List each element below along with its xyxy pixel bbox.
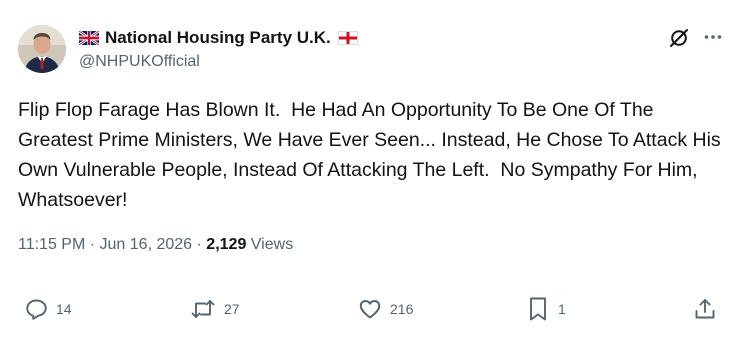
grok-icon[interactable] — [668, 27, 690, 49]
views-count: 2,129 — [206, 236, 247, 253]
repost-count: 27 — [224, 301, 240, 317]
like-button[interactable]: 216 — [358, 295, 413, 323]
author-name-row[interactable]: National Housing Party U.K. — [79, 28, 358, 48]
reply-count: 14 — [56, 301, 72, 317]
bookmark-button[interactable]: 1 — [526, 295, 566, 323]
tweet-card: National Housing Party U.K. @NHPUKOffici… — [0, 0, 744, 340]
like-icon — [359, 300, 381, 319]
repost-button[interactable]: 27 — [190, 295, 240, 323]
bookmark-icon — [530, 297, 546, 321]
post-time[interactable]: 11:15 PM — [18, 236, 85, 253]
meta-separator: · — [196, 236, 207, 253]
post-meta: 11:15 PM · Jun 16, 2026 · 2,129 Views — [18, 236, 293, 254]
author-handle[interactable]: @NHPUKOfficial — [79, 53, 200, 71]
reply-icon — [26, 299, 47, 320]
bookmark-count: 1 — [558, 301, 566, 317]
post-date[interactable]: Jun 16, 2026 — [100, 236, 193, 253]
avatar[interactable] — [18, 25, 66, 73]
england-flag-icon — [337, 31, 358, 45]
repost-icon — [191, 300, 215, 318]
more-icon[interactable] — [703, 27, 723, 47]
display-name[interactable]: National Housing Party U.K. — [105, 28, 331, 48]
like-count: 216 — [390, 301, 414, 317]
views-label: Views — [250, 236, 294, 253]
share-icon — [695, 299, 715, 319]
action-bar: 14 27 216 1 — [0, 295, 744, 323]
share-button[interactable] — [693, 295, 717, 323]
meta-separator: · — [89, 236, 100, 253]
uk-flag-icon — [79, 31, 99, 45]
post-text: Flip Flop Farage Has Blown It. He Had An… — [18, 99, 727, 211]
reply-button[interactable]: 14 — [24, 295, 72, 323]
